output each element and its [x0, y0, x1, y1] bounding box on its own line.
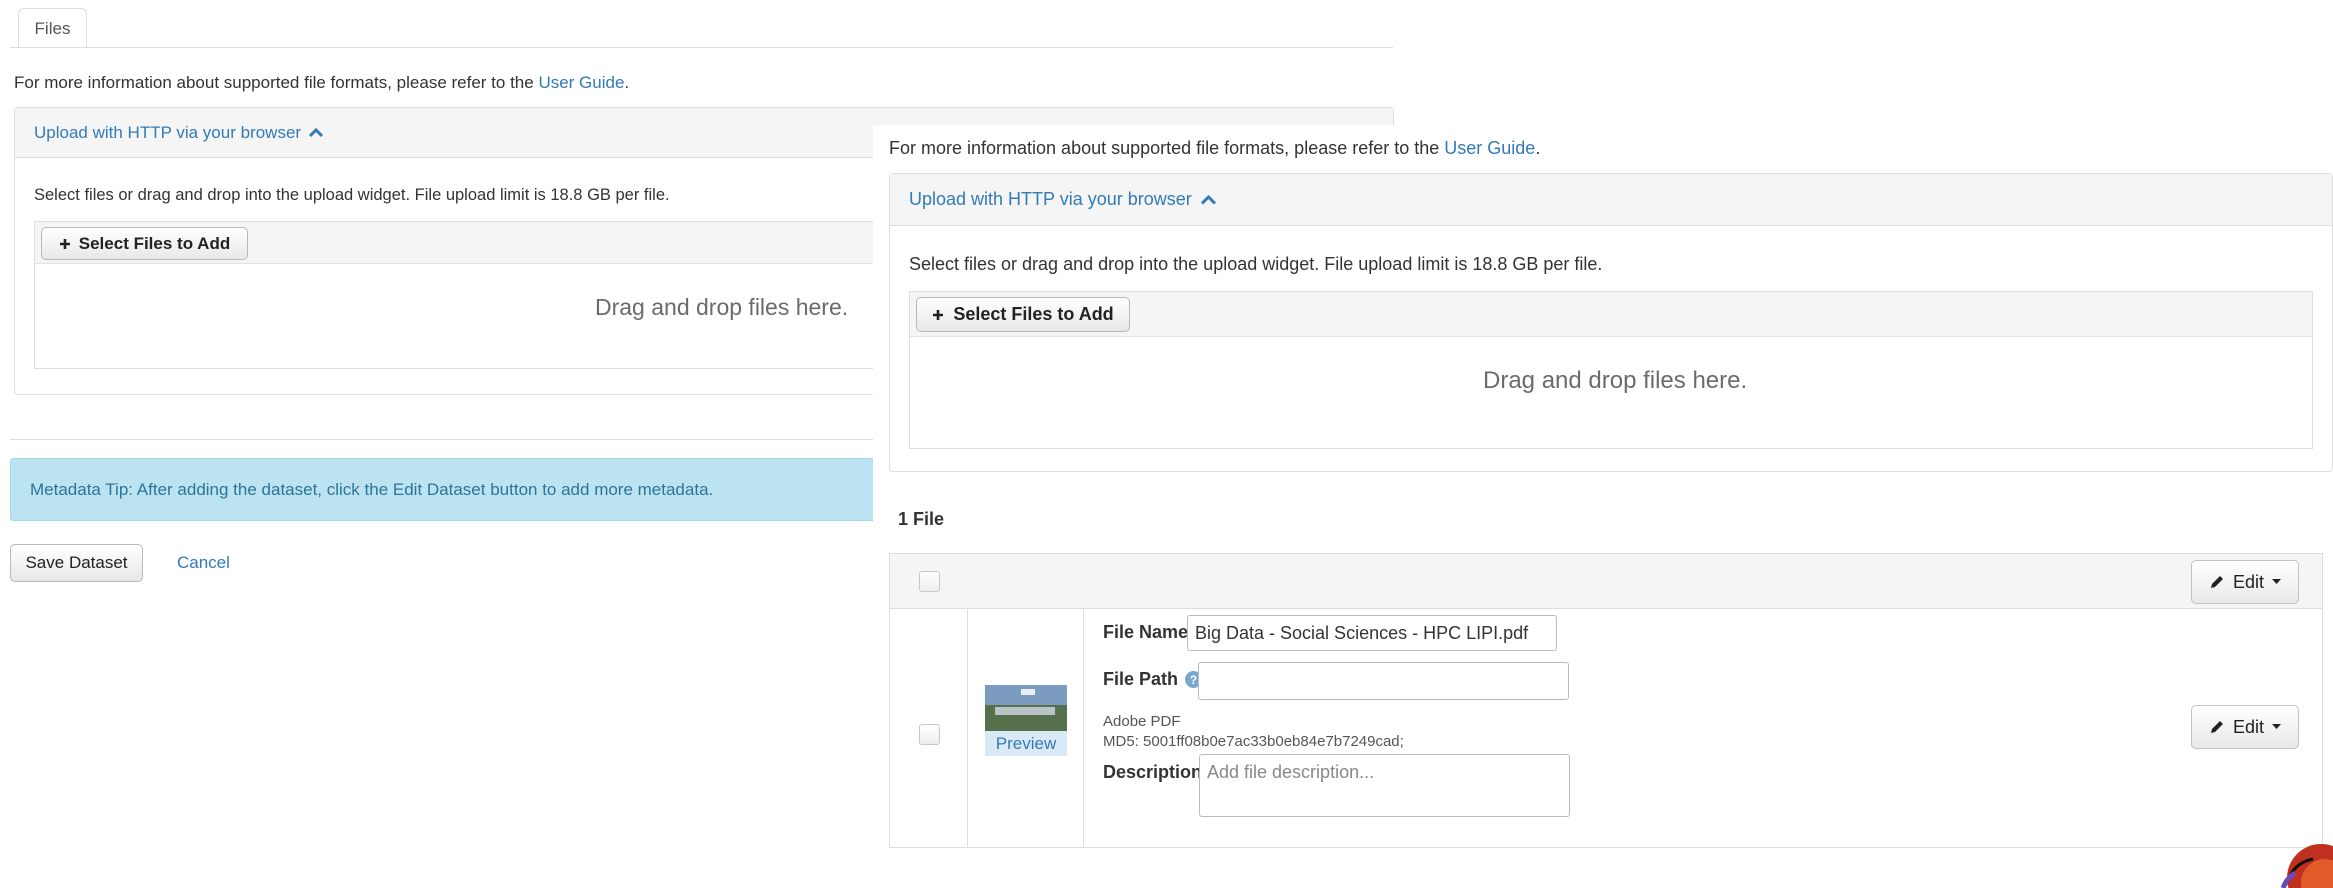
info-suffix: .: [624, 73, 630, 92]
save-dataset-button[interactable]: Save Dataset: [10, 544, 143, 582]
chevron-up-icon: [309, 127, 324, 138]
info-suffix: .: [1535, 138, 1541, 158]
file-md5: MD5: 5001ff08b0e7ac33b0eb84e7b7249cad;: [1103, 733, 1404, 750]
file-name-input[interactable]: [1187, 615, 1557, 651]
mascot-image: [2273, 823, 2333, 888]
select-all-checkbox[interactable]: [919, 571, 940, 592]
file-path-input[interactable]: [1198, 662, 1569, 700]
file-format-info: For more information about supported fil…: [14, 73, 629, 93]
drag-drop-text: Drag and drop files here.: [595, 294, 849, 320]
chevron-up-icon: [1200, 194, 1216, 205]
file-thumbnail[interactable]: [985, 685, 1067, 731]
preview-link[interactable]: Preview: [985, 731, 1067, 756]
file-path-label-group: File Path ?: [1103, 669, 1203, 690]
file-checkbox[interactable]: [919, 724, 940, 745]
tab-divider: [10, 47, 1393, 48]
column-divider: [967, 609, 968, 847]
info-text: For more information about supported fil…: [889, 138, 1445, 158]
description-input[interactable]: [1199, 754, 1570, 817]
edit-label: Edit: [2232, 571, 2265, 592]
pencil-icon: [2209, 719, 2225, 735]
dropzone-toolbar: Select Files to Add: [910, 292, 2312, 337]
upload-header-label: Upload with HTTP via your browser: [909, 189, 1192, 209]
edit-file-button[interactable]: Edit: [2191, 705, 2299, 749]
tab-files[interactable]: Files: [18, 8, 87, 48]
select-files-label: Select Files to Add: [953, 304, 1114, 324]
upload-panel: Upload with HTTP via your browser Select…: [889, 173, 2333, 472]
edit-label: Edit: [2232, 716, 2265, 737]
info-text: For more information about supported fil…: [14, 73, 539, 92]
upload-instructions: Select files or drag and drop into the u…: [909, 254, 1603, 274]
select-files-label: Select Files to Add: [78, 233, 231, 253]
upload-header-label: Upload with HTTP via your browser: [34, 122, 302, 142]
edit-files-button[interactable]: Edit: [2191, 560, 2299, 604]
foreground-screen: For more information about supported fil…: [873, 125, 2333, 888]
cancel-link[interactable]: Cancel: [177, 553, 230, 573]
plus-icon: [932, 309, 944, 321]
file-count: 1 File: [898, 509, 945, 529]
table-row: Preview File Name File Path ? Adobe PDF …: [890, 609, 2322, 847]
file-format-info: For more information about supported fil…: [889, 138, 1540, 159]
select-files-button[interactable]: Select Files to Add: [41, 227, 248, 260]
pencil-icon: [2209, 574, 2225, 590]
plus-icon: [59, 238, 71, 250]
user-guide-link[interactable]: User Guide: [538, 73, 624, 92]
description-label: Description: [1103, 762, 1203, 782]
file-name-label: File Name: [1103, 622, 1189, 642]
upload-instructions: Select files or drag and drop into the u…: [34, 186, 670, 204]
table-header: Edit: [890, 554, 2322, 609]
caret-down-icon: [2272, 724, 2282, 730]
column-divider: [1083, 609, 1084, 847]
file-table: Edit Preview File Name Big Data - Social…: [889, 553, 2323, 848]
drag-drop-text: Drag and drop files here.: [1483, 367, 1748, 394]
file-type: Adobe PDF: [1103, 713, 1181, 730]
upload-dropzone[interactable]: Select Files to Add Drag and drop files …: [909, 291, 2313, 449]
user-guide-link[interactable]: User Guide: [1444, 138, 1535, 158]
select-files-button[interactable]: Select Files to Add: [916, 297, 1130, 332]
upload-panel-header[interactable]: Upload with HTTP via your browser: [890, 174, 2332, 226]
file-path-label: File Path: [1103, 669, 1179, 689]
caret-down-icon: [2272, 579, 2282, 585]
